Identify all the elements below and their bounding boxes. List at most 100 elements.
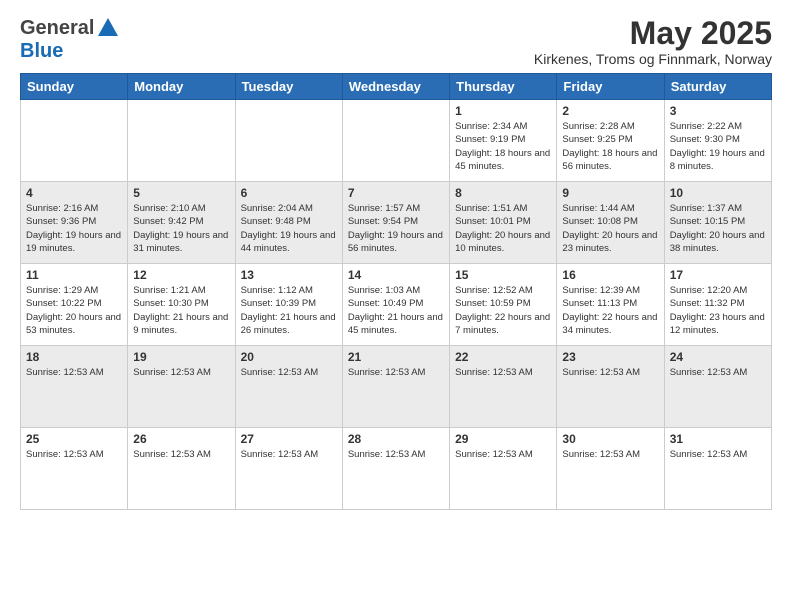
day-info: Sunrise: 1:21 AM Sunset: 10:30 PM Daylig… [133,284,229,337]
calendar-week-5: 25Sunrise: 12:53 AM26Sunrise: 12:53 AM27… [21,428,772,510]
calendar-cell: 18 Sunrise: 12:53 AM [21,346,128,428]
day-header-wednesday: Wednesday [342,74,449,100]
day-info: Sunrise: 2:16 AM Sunset: 9:36 PM Dayligh… [26,202,122,255]
day-number: 30 [562,432,658,446]
day-info: Sunrise: 12:53 AM [348,448,444,461]
header: General Blue May 2025 Kirkenes, Troms og… [20,16,772,67]
day-number: 27 [241,432,337,446]
calendar-cell [342,100,449,182]
day-number: 26 [133,432,229,446]
calendar-cell: 9 Sunrise: 1:44 AM Sunset: 10:08 PM Dayli… [557,182,664,264]
logo: General Blue [20,16,122,63]
day-info: Sunrise: 12:20 AM Sunset: 11:32 PM Dayli… [670,284,766,337]
calendar-cell: 29 Sunrise: 12:53 AM [450,428,557,510]
day-header-sunday: Sunday [21,74,128,100]
calendar-cell: 6 Sunrise: 2:04 AM Sunset: 9:48 PM Daylig… [235,182,342,264]
calendar-header-row: SundayMondayTuesdayWednesdayThursdayFrid… [21,74,772,100]
day-number: 7 [348,186,444,200]
day-number: 3 [670,104,766,118]
calendar-cell: 1 Sunrise: 2:34 AM Sunset: 9:19 PM Daylig… [450,100,557,182]
day-info: Sunrise: 1:44 AM Sunset: 10:08 PM Daylig… [562,202,658,255]
day-info: Sunrise: 2:04 AM Sunset: 9:48 PM Dayligh… [241,202,337,255]
calendar-cell: 30 Sunrise: 12:53 AM [557,428,664,510]
calendar-cell: 23 Sunrise: 12:53 AM [557,346,664,428]
day-number: 21 [348,350,444,364]
day-number: 6 [241,186,337,200]
calendar-cell: 19 Sunrise: 12:53 AM [128,346,235,428]
day-header-saturday: Saturday [664,74,771,100]
calendar-cell: 12Sunrise: 1:21 AM Sunset: 10:30 PM Dayl… [128,264,235,346]
day-number: 23 [562,350,658,364]
calendar-cell: 31 Sunrise: 12:53 AM [664,428,771,510]
calendar-cell: 25Sunrise: 12:53 AM [21,428,128,510]
day-info: Sunrise: 12:53 AM [241,448,337,461]
logo-blue-text: Blue [20,40,63,62]
day-info: Sunrise: 12:39 AM Sunset: 11:13 PM Dayli… [562,284,658,337]
day-number: 29 [455,432,551,446]
day-info: Sunrise: 12:53 AM [562,448,658,461]
day-info: Sunrise: 12:52 AM Sunset: 10:59 PM Dayli… [455,284,551,337]
day-number: 31 [670,432,766,446]
day-number: 8 [455,186,551,200]
page: General Blue May 2025 Kirkenes, Troms og… [0,0,792,612]
day-info: Sunrise: 12:53 AM [455,366,551,379]
day-header-tuesday: Tuesday [235,74,342,100]
day-header-friday: Friday [557,74,664,100]
calendar-cell: 10Sunrise: 1:37 AM Sunset: 10:15 PM Dayl… [664,182,771,264]
calendar-cell: 8 Sunrise: 1:51 AM Sunset: 10:01 PM Dayli… [450,182,557,264]
day-info: Sunrise: 2:28 AM Sunset: 9:25 PM Dayligh… [562,120,658,173]
day-info: Sunrise: 12:53 AM [562,366,658,379]
day-info: Sunrise: 12:53 AM [26,448,122,461]
calendar-cell: 28Sunrise: 12:53 AM [342,428,449,510]
calendar-cell [235,100,342,182]
day-number: 9 [562,186,658,200]
day-number: 15 [455,268,551,282]
calendar-cell: 16Sunrise: 12:39 AM Sunset: 11:13 PM Day… [557,264,664,346]
day-info: Sunrise: 1:51 AM Sunset: 10:01 PM Daylig… [455,202,551,255]
day-info: Sunrise: 1:37 AM Sunset: 10:15 PM Daylig… [670,202,766,255]
day-number: 17 [670,268,766,282]
day-info: Sunrise: 12:53 AM [241,366,337,379]
day-info: Sunrise: 1:29 AM Sunset: 10:22 PM Daylig… [26,284,122,337]
day-number: 24 [670,350,766,364]
calendar-cell: 3 Sunrise: 2:22 AM Sunset: 9:30 PM Daylig… [664,100,771,182]
day-info: Sunrise: 2:34 AM Sunset: 9:19 PM Dayligh… [455,120,551,173]
day-info: Sunrise: 12:53 AM [348,366,444,379]
calendar-week-2: 4 Sunrise: 2:16 AM Sunset: 9:36 PM Daylig… [21,182,772,264]
day-number: 19 [133,350,229,364]
day-info: Sunrise: 12:53 AM [455,448,551,461]
calendar-cell: 27 Sunrise: 12:53 AM [235,428,342,510]
calendar-cell: 22Sunrise: 12:53 AM [450,346,557,428]
calendar-cell: 20Sunrise: 12:53 AM [235,346,342,428]
calendar-cell: 7 Sunrise: 1:57 AM Sunset: 9:54 PM Daylig… [342,182,449,264]
calendar: SundayMondayTuesdayWednesdayThursdayFrid… [20,73,772,510]
day-info: Sunrise: 12:53 AM [133,366,229,379]
calendar-cell: 26 Sunrise: 12:53 AM [128,428,235,510]
day-info: Sunrise: 12:53 AM [670,366,766,379]
logo-icon [96,16,120,40]
day-info: Sunrise: 1:57 AM Sunset: 9:54 PM Dayligh… [348,202,444,255]
day-number: 4 [26,186,122,200]
day-number: 13 [241,268,337,282]
day-info: Sunrise: 1:12 AM Sunset: 10:39 PM Daylig… [241,284,337,337]
day-info: Sunrise: 12:53 AM [133,448,229,461]
calendar-cell [128,100,235,182]
calendar-cell: 2 Sunrise: 2:28 AM Sunset: 9:25 PM Daylig… [557,100,664,182]
calendar-cell: 5Sunrise: 2:10 AM Sunset: 9:42 PM Daylig… [128,182,235,264]
day-number: 18 [26,350,122,364]
day-info: Sunrise: 12:53 AM [26,366,122,379]
title-section: May 2025 Kirkenes, Troms og Finnmark, No… [534,16,772,67]
day-number: 1 [455,104,551,118]
day-header-monday: Monday [128,74,235,100]
calendar-cell: 13 Sunrise: 1:12 AM Sunset: 10:39 PM Dayl… [235,264,342,346]
calendar-cell: 14Sunrise: 1:03 AM Sunset: 10:49 PM Dayl… [342,264,449,346]
day-number: 2 [562,104,658,118]
location: Kirkenes, Troms og Finnmark, Norway [534,51,772,67]
day-number: 11 [26,268,122,282]
calendar-cell: 15 Sunrise: 12:52 AM Sunset: 10:59 PM Day… [450,264,557,346]
calendar-cell: 21 Sunrise: 12:53 AM [342,346,449,428]
day-info: Sunrise: 2:22 AM Sunset: 9:30 PM Dayligh… [670,120,766,173]
calendar-cell [21,100,128,182]
calendar-week-4: 18Sunrise: 12:53 AM19Sunrise: 12:53 AM20… [21,346,772,428]
day-info: Sunrise: 12:53 AM [670,448,766,461]
